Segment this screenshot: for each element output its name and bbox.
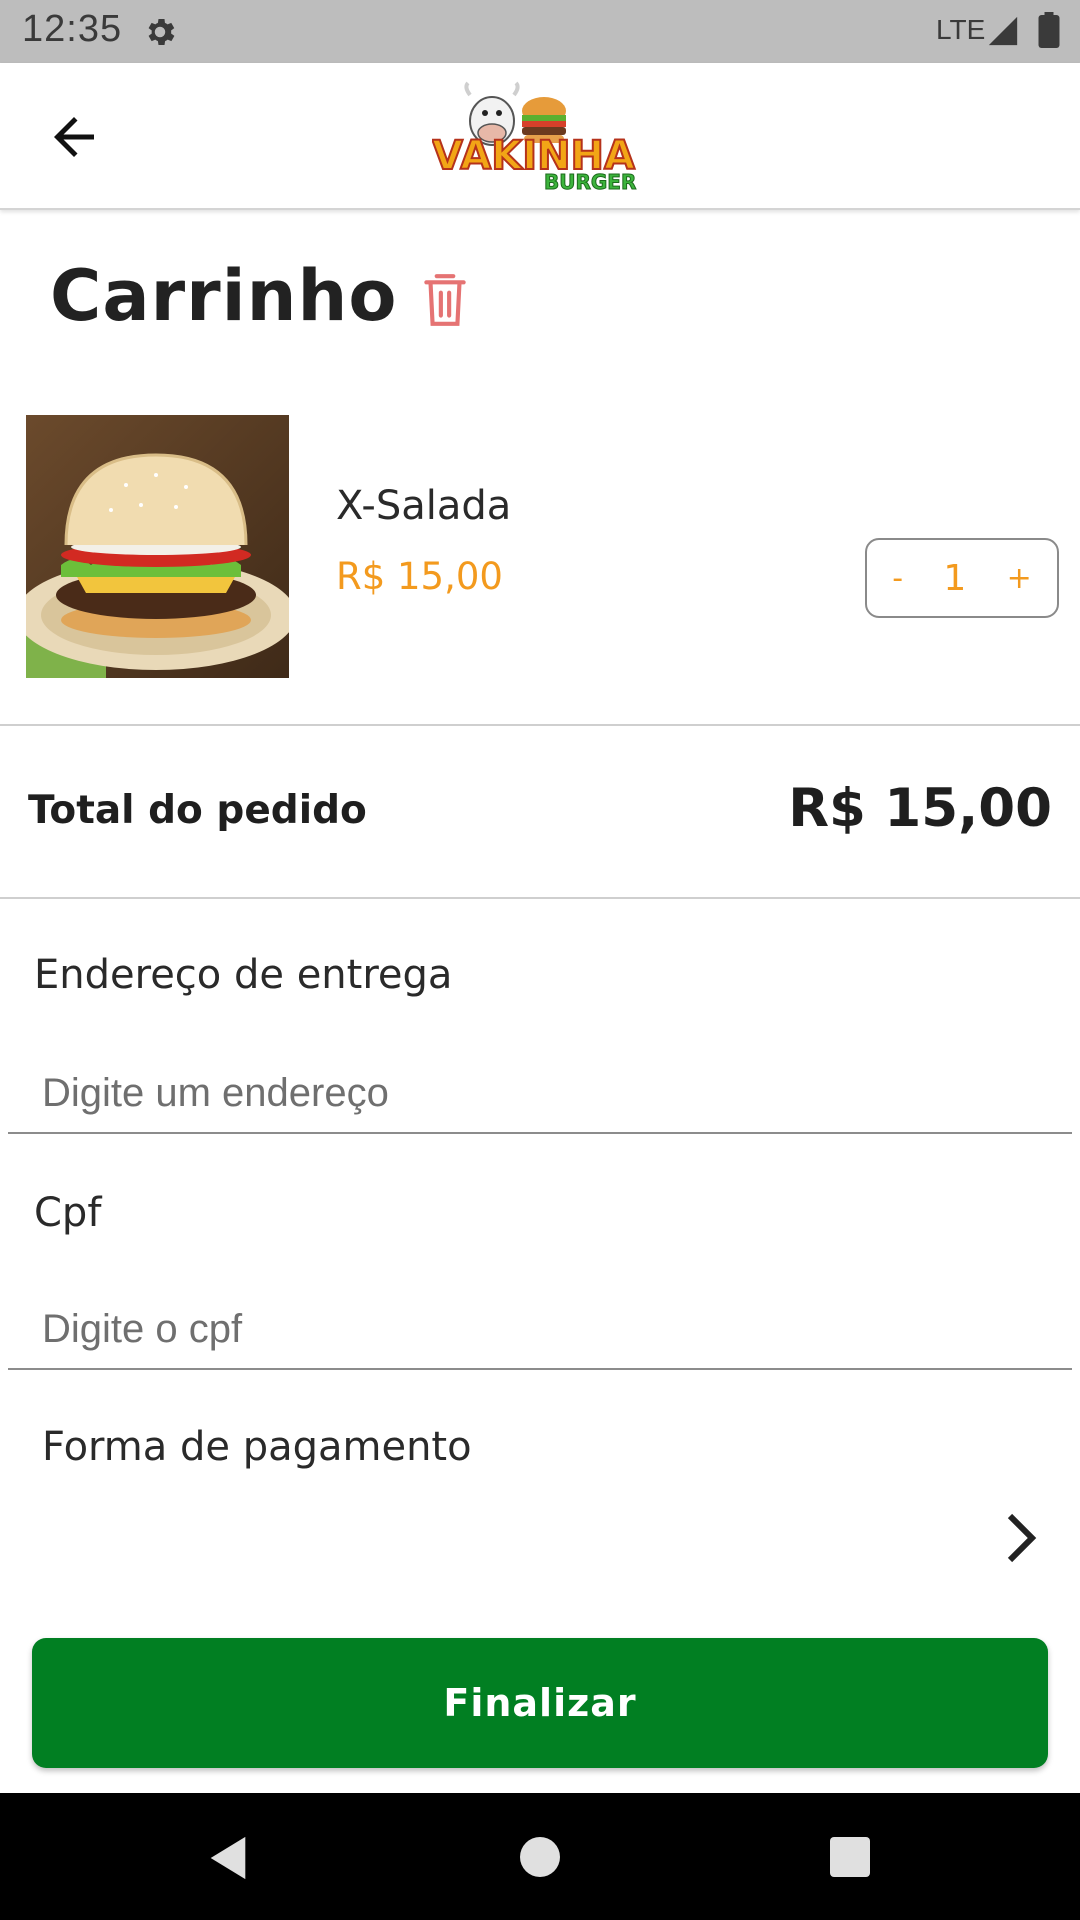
status-bar: 12:35 LTE [0,0,1080,63]
product-name: X-Salada [336,483,512,529]
signal-icon [988,16,1018,46]
navigation-bar [0,1793,1080,1920]
total-label: Total do pedido [28,788,367,833]
finalize-button[interactable]: Finalizar [32,1638,1048,1768]
battery-icon [1038,12,1060,48]
increase-quantity-button[interactable]: + [997,561,1042,596]
arrow-left-icon[interactable] [44,107,104,167]
trash-icon[interactable] [420,272,470,330]
quantity-value: 1 [943,557,967,599]
nav-recent-apps-icon[interactable] [830,1837,870,1877]
gear-icon [148,18,175,46]
address-label: Endereço de entrega [34,952,453,998]
cpf-label: Cpf [34,1190,102,1236]
divider [0,897,1080,899]
page-title: Carrinho [50,255,398,337]
status-time: 12:35 [22,8,123,50]
network-type: LTE [936,14,986,45]
vakinha-burger-logo: VAKINHA BURGER [432,81,637,193]
product-price: R$ 15,00 [336,555,503,598]
divider [0,724,1080,726]
nav-home-icon[interactable] [520,1837,560,1877]
decrease-quantity-button[interactable]: - [882,561,913,596]
svg-text:BURGER: BURGER [544,170,636,193]
nav-back-icon[interactable] [206,1833,250,1883]
total-value: R$ 15,00 [788,778,1052,839]
cpf-input[interactable] [8,1290,1072,1370]
payment-method-label: Forma de pagamento [42,1424,472,1470]
product-image [26,415,289,678]
address-input[interactable] [8,1054,1072,1134]
chevron-right-icon[interactable] [1000,1510,1044,1566]
app-bar: VAKINHA BURGER [0,63,1080,210]
quantity-stepper: - 1 + [865,538,1059,618]
